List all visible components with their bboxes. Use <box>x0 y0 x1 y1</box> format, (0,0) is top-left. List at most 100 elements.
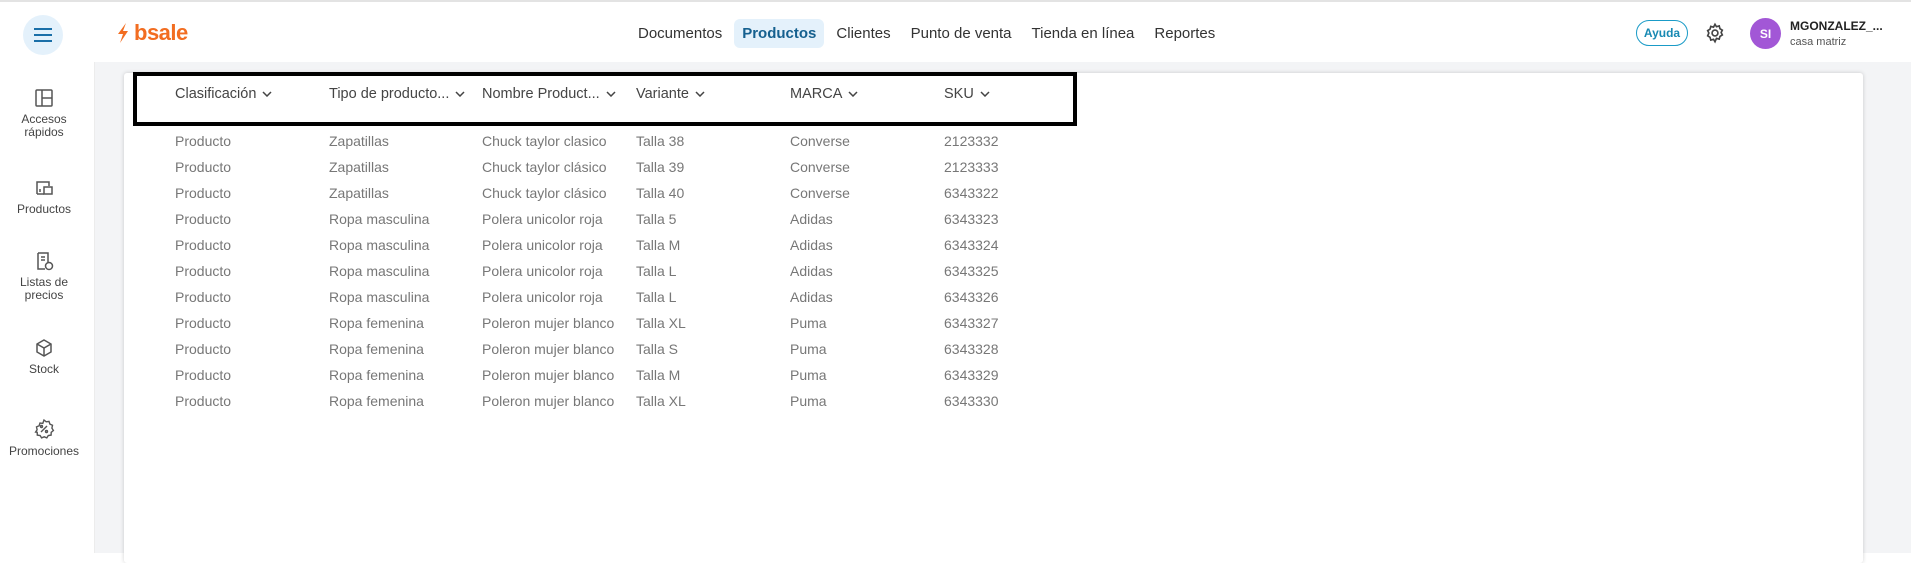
user-avatar[interactable]: SI <box>1750 18 1781 49</box>
sidebar-item-label: Accesos rápidos <box>21 112 67 139</box>
cell-nombre: Poleron mujer blanco <box>482 367 615 383</box>
column-header-label: Variante <box>636 86 689 102</box>
help-button[interactable]: Ayuda <box>1636 20 1688 46</box>
cell-variante: Talla 39 <box>636 159 685 175</box>
sidebar-item-label: Productos <box>16 202 72 216</box>
cell-sku: 6343324 <box>944 237 999 253</box>
cell-variante: Talla M <box>636 237 681 253</box>
cell-sku: 2123333 <box>944 159 999 175</box>
sidebar-item-productos[interactable]: Productos <box>0 178 88 216</box>
cell-nombre: Polera unicolor roja <box>482 237 603 253</box>
cell-variante: Talla 40 <box>636 185 685 201</box>
cell-clasificacion: Producto <box>175 315 232 331</box>
logo-text: bsale <box>134 20 188 45</box>
cell-variante: Talla XL <box>636 393 686 409</box>
cell-tipo: Zapatillas <box>329 185 389 201</box>
column-header-label: MARCA <box>790 86 843 102</box>
cell-marca: Adidas <box>790 289 833 305</box>
cell-variante: Talla M <box>636 367 681 383</box>
cell-variante: Talla 5 <box>636 211 677 227</box>
chevron-down-icon <box>455 91 465 97</box>
column-header-marca[interactable]: MARCA <box>790 86 858 102</box>
cell-marca: Adidas <box>790 237 833 253</box>
nav-clientes[interactable]: Clientes <box>828 19 898 48</box>
column-header-nombre-producto[interactable]: Nombre Product... <box>482 86 616 102</box>
sidebar-item-listas-de-precios[interactable]: Listas de precios <box>0 251 88 302</box>
cell-marca: Converse <box>790 185 850 201</box>
main-nav: Documentos Productos Clientes Punto de v… <box>630 19 1227 48</box>
nav-documentos[interactable]: Documentos <box>630 19 730 48</box>
cell-nombre: Poleron mujer blanco <box>482 341 615 357</box>
cell-nombre: Poleron mujer blanco <box>482 393 615 409</box>
cell-clasificacion: Producto <box>175 367 232 383</box>
user-name[interactable]: MGONZALEZ_... <box>1790 19 1883 33</box>
layout-icon <box>35 89 53 107</box>
settings-button[interactable] <box>1704 22 1726 49</box>
cell-clasificacion: Producto <box>175 263 232 279</box>
cell-marca: Converse <box>790 159 850 175</box>
column-header-tipo-de-producto[interactable]: Tipo de producto... <box>329 86 465 102</box>
hamburger-menu-button[interactable] <box>23 15 63 55</box>
cell-tipo: Ropa femenina <box>329 315 424 331</box>
cell-sku: 6343326 <box>944 289 999 305</box>
bsale-logo-icon <box>118 23 128 43</box>
cell-tipo: Ropa masculina <box>329 211 430 227</box>
cell-sku: 6343329 <box>944 367 999 383</box>
cell-variante: Talla XL <box>636 315 686 331</box>
menu-icon <box>34 28 52 42</box>
user-branch: casa matriz <box>1790 36 1847 48</box>
cell-sku: 6343330 <box>944 393 999 409</box>
price-list-icon <box>37 252 54 271</box>
cell-clasificacion: Producto <box>175 133 232 149</box>
chevron-down-icon <box>695 91 705 97</box>
sidebar-item-label: Stock <box>28 362 59 376</box>
sidebar-item-promociones[interactable]: Promociones <box>0 418 88 458</box>
top-bar: bsale Documentos Productos Clientes Punt… <box>0 0 1911 62</box>
nav-tienda-en-linea[interactable]: Tienda en línea <box>1024 19 1143 48</box>
cell-marca: Adidas <box>790 263 833 279</box>
box-icon <box>36 339 52 357</box>
cell-tipo: Ropa femenina <box>329 367 424 383</box>
cell-variante: Talla L <box>636 263 677 279</box>
nav-reportes[interactable]: Reportes <box>1146 19 1223 48</box>
cell-tipo: Ropa femenina <box>329 393 424 409</box>
chevron-down-icon <box>848 91 858 97</box>
cell-nombre: Chuck taylor clásico <box>482 185 607 201</box>
cell-nombre: Polera unicolor roja <box>482 289 603 305</box>
nav-productos[interactable]: Productos <box>734 19 825 48</box>
gear-icon <box>1706 22 1724 44</box>
cell-marca: Puma <box>790 367 827 383</box>
cell-variante: Talla 38 <box>636 133 685 149</box>
sidebar-item-label: Promociones <box>8 444 80 458</box>
cell-nombre: Polera unicolor roja <box>482 211 603 227</box>
cell-variante: Talla L <box>636 289 677 305</box>
cell-clasificacion: Producto <box>175 341 232 357</box>
cell-variante: Talla S <box>636 341 679 357</box>
sidebar-item-accesos-rapidos[interactable]: Accesos rápidos <box>0 88 88 139</box>
cell-clasificacion: Producto <box>175 159 232 175</box>
sidebar-item-stock[interactable]: Stock <box>0 338 88 376</box>
cell-marca: Puma <box>790 393 827 409</box>
cell-nombre: Poleron mujer blanco <box>482 315 615 331</box>
column-header-sku[interactable]: SKU <box>944 86 990 102</box>
cell-marca: Adidas <box>790 211 833 227</box>
discount-icon <box>34 418 55 439</box>
cell-nombre: Polera unicolor roja <box>482 263 603 279</box>
cell-sku: 2123332 <box>944 133 999 149</box>
cell-tipo: Ropa masculina <box>329 237 430 253</box>
cell-clasificacion: Producto <box>175 393 232 409</box>
cell-tipo: Ropa masculina <box>329 263 430 279</box>
column-header-label: SKU <box>944 86 974 102</box>
cell-marca: Puma <box>790 341 827 357</box>
cell-sku: 6343322 <box>944 185 999 201</box>
cell-nombre: Chuck taylor clásico <box>482 159 607 175</box>
bsale-logo[interactable]: bsale <box>115 20 188 46</box>
column-header-variante[interactable]: Variante <box>636 86 705 102</box>
cell-clasificacion: Producto <box>175 289 232 305</box>
column-header-label: Tipo de producto... <box>329 86 450 102</box>
cell-tipo: Zapatillas <box>329 133 389 149</box>
cell-sku: 6343323 <box>944 211 999 227</box>
nav-punto-de-venta[interactable]: Punto de venta <box>903 19 1020 48</box>
column-header-clasificacion[interactable]: Clasificación <box>175 86 272 102</box>
cell-tipo: Ropa masculina <box>329 289 430 305</box>
